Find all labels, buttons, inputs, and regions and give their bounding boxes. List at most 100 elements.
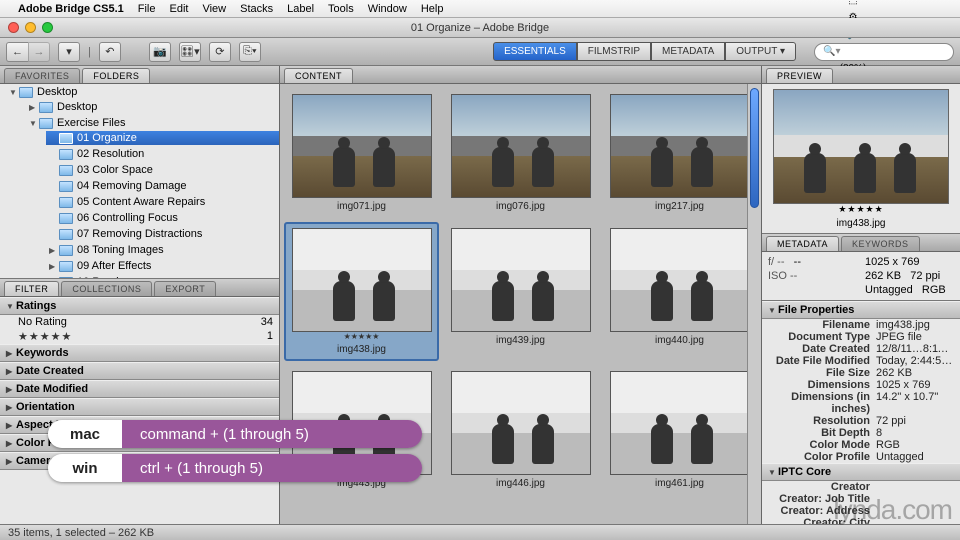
- zoom-window-button[interactable]: [42, 22, 53, 33]
- tree-item[interactable]: 05 Content Aware Repairs: [46, 195, 279, 209]
- output-button[interactable]: ⎘▾: [239, 42, 261, 62]
- thumb-image: [451, 94, 591, 198]
- workspace-metadata[interactable]: METADATA: [651, 42, 725, 61]
- thumbnail[interactable]: img446.jpg: [443, 365, 598, 495]
- menu-tools[interactable]: Tools: [328, 3, 354, 15]
- tree-item[interactable]: 07 Removing Distractions: [46, 227, 279, 241]
- menubar-app-name[interactable]: Adobe Bridge CS5.1: [18, 3, 124, 15]
- tab-export[interactable]: EXPORT: [154, 281, 216, 296]
- nav-back-button[interactable]: ←: [6, 42, 28, 62]
- thumb-image: [610, 94, 750, 198]
- tab-content[interactable]: CONTENT: [284, 68, 353, 83]
- menu-help[interactable]: Help: [421, 3, 444, 15]
- filter-section[interactable]: ▶Orientation: [0, 398, 279, 416]
- thumb-filename: img440.jpg: [655, 335, 704, 346]
- boomerang-button[interactable]: ↶: [99, 42, 121, 62]
- content-scrollbar[interactable]: [747, 84, 761, 524]
- close-window-button[interactable]: [8, 22, 19, 33]
- statusbar: 35 items, 1 selected – 262 KB: [0, 524, 960, 540]
- callout-text: ctrl + (1 through 5): [122, 454, 422, 482]
- tab-metadata[interactable]: METADATA: [766, 236, 839, 251]
- tree-label: 03 Color Space: [77, 164, 153, 176]
- menu-window[interactable]: Window: [368, 3, 407, 15]
- thumbnail[interactable]: img439.jpg: [443, 222, 598, 361]
- tree-item[interactable]: ▼Exercise Files: [26, 116, 279, 130]
- menu-label[interactable]: Label: [287, 3, 314, 15]
- thumb-filename: img439.jpg: [496, 335, 545, 346]
- mac-menubar: Adobe Bridge CS5.1 File Edit View Stacks…: [0, 0, 960, 18]
- window-title: 01 Organize – Adobe Bridge: [411, 22, 549, 34]
- menu-view[interactable]: View: [202, 3, 226, 15]
- search-input[interactable]: 🔍▾: [814, 43, 954, 61]
- tab-preview[interactable]: PREVIEW: [766, 68, 833, 83]
- metadata-row: Date Created12/8/11…8:11 PM: [762, 343, 960, 355]
- tab-filter[interactable]: FILTER: [4, 281, 59, 296]
- metadata-section-fileprops[interactable]: ▼File Properties: [762, 301, 960, 319]
- thumbnail[interactable]: img461.jpg: [602, 365, 757, 495]
- tab-keywords[interactable]: KEYWORDS: [841, 236, 920, 251]
- preview-image[interactable]: [773, 89, 949, 204]
- tree-item[interactable]: 03 Color Space: [46, 163, 279, 177]
- callout-tag: mac: [48, 420, 122, 448]
- tab-favorites[interactable]: FAVORITES: [4, 68, 80, 83]
- thumb-rating: ★★★★★: [344, 332, 380, 341]
- metadata-row: File Size262 KB: [762, 367, 960, 379]
- right-top-tabs: PREVIEW: [762, 66, 960, 84]
- filter-section[interactable]: ▶Date Modified: [0, 380, 279, 398]
- thumb-image: [451, 228, 591, 332]
- camera-import-button[interactable]: 📷: [149, 42, 171, 62]
- metadata-row: Color ModeRGB: [762, 439, 960, 451]
- thumbnail[interactable]: img076.jpg: [443, 88, 598, 218]
- nav-history-button[interactable]: ▾: [58, 42, 80, 62]
- minimize-window-button[interactable]: [25, 22, 36, 33]
- filter-section[interactable]: ▶Keywords: [0, 344, 279, 362]
- tree-item[interactable]: 04 Removing Damage: [46, 179, 279, 193]
- filter-section-ratings[interactable]: ▼Ratings: [0, 297, 279, 315]
- thumbnail[interactable]: img217.jpg: [602, 88, 757, 218]
- refresh-button[interactable]: ⟳: [209, 42, 231, 62]
- menu-edit[interactable]: Edit: [169, 3, 188, 15]
- menu-file[interactable]: File: [138, 3, 156, 15]
- filter-section[interactable]: ▶Date Created: [0, 362, 279, 380]
- tree-label: 06 Controlling Focus: [77, 212, 178, 224]
- metadata-row[interactable]: Creator: [762, 481, 960, 493]
- metadata-section-iptc[interactable]: ▼IPTC Core: [762, 463, 960, 481]
- workspace-essentials[interactable]: ESSENTIALS: [493, 42, 577, 61]
- filter-row[interactable]: No Rating34: [0, 315, 279, 329]
- status-icon: ⬚: [848, 0, 857, 6]
- filter-row[interactable]: ★★★★★1: [0, 329, 279, 344]
- tree-item[interactable]: ▶08 Toning Images: [46, 243, 279, 257]
- tab-folders[interactable]: FOLDERS: [82, 68, 150, 83]
- tab-collections[interactable]: COLLECTIONS: [61, 281, 152, 296]
- meta-dimensions: 1025 x 769: [865, 256, 954, 268]
- workspace-output[interactable]: OUTPUT ▾: [725, 42, 796, 61]
- meta-profile: Untagged RGB: [865, 284, 954, 296]
- tree-label: 08 Toning Images: [77, 244, 164, 256]
- scrollbar-thumb[interactable]: [750, 88, 759, 208]
- tree-item[interactable]: ▼Desktop: [6, 85, 279, 99]
- callout-win: win ctrl + (1 through 5): [48, 454, 422, 482]
- shortcut-callout: mac command + (1 through 5) win ctrl + (…: [48, 420, 422, 488]
- thumbnail[interactable]: ★★★★★img438.jpg: [284, 222, 439, 361]
- tree-item[interactable]: 01 Organize: [46, 131, 279, 145]
- tree-label: 05 Content Aware Repairs: [77, 196, 205, 208]
- tree-item[interactable]: 06 Controlling Focus: [46, 211, 279, 225]
- thumbnail[interactable]: img440.jpg: [602, 222, 757, 361]
- workspace-filmstrip[interactable]: FILMSTRIP: [577, 42, 651, 61]
- tree-item[interactable]: 02 Resolution: [46, 147, 279, 161]
- metadata-row: Document TypeJPEG file: [762, 331, 960, 343]
- filter-panel: ▼Ratings No Rating34 ★★★★★1 ▶Keywords ▶D…: [0, 297, 279, 524]
- workspace-switcher: ESSENTIALS FILMSTRIP METADATA OUTPUT ▾: [493, 42, 796, 61]
- thumbnail[interactable]: img071.jpg: [284, 88, 439, 218]
- callout-text: command + (1 through 5): [122, 420, 422, 448]
- meta-aperture: f/ -- --: [768, 256, 857, 268]
- menu-stacks[interactable]: Stacks: [240, 3, 273, 15]
- tree-label: 07 Removing Distractions: [77, 228, 202, 240]
- metadata-row: Color ProfileUntagged: [762, 451, 960, 463]
- metadata-row: Date File ModifiedToday, 2:44:53 PM: [762, 355, 960, 367]
- nav-forward-button[interactable]: →: [28, 42, 50, 62]
- tree-item[interactable]: ▶Desktop: [26, 100, 279, 114]
- folder-tree: ▼Desktop ▶Desktop ▼Exercise Files 01 Org…: [0, 84, 279, 279]
- refine-button[interactable]: 🎛▾: [179, 42, 201, 62]
- tree-item[interactable]: ▶09 After Effects: [46, 259, 279, 273]
